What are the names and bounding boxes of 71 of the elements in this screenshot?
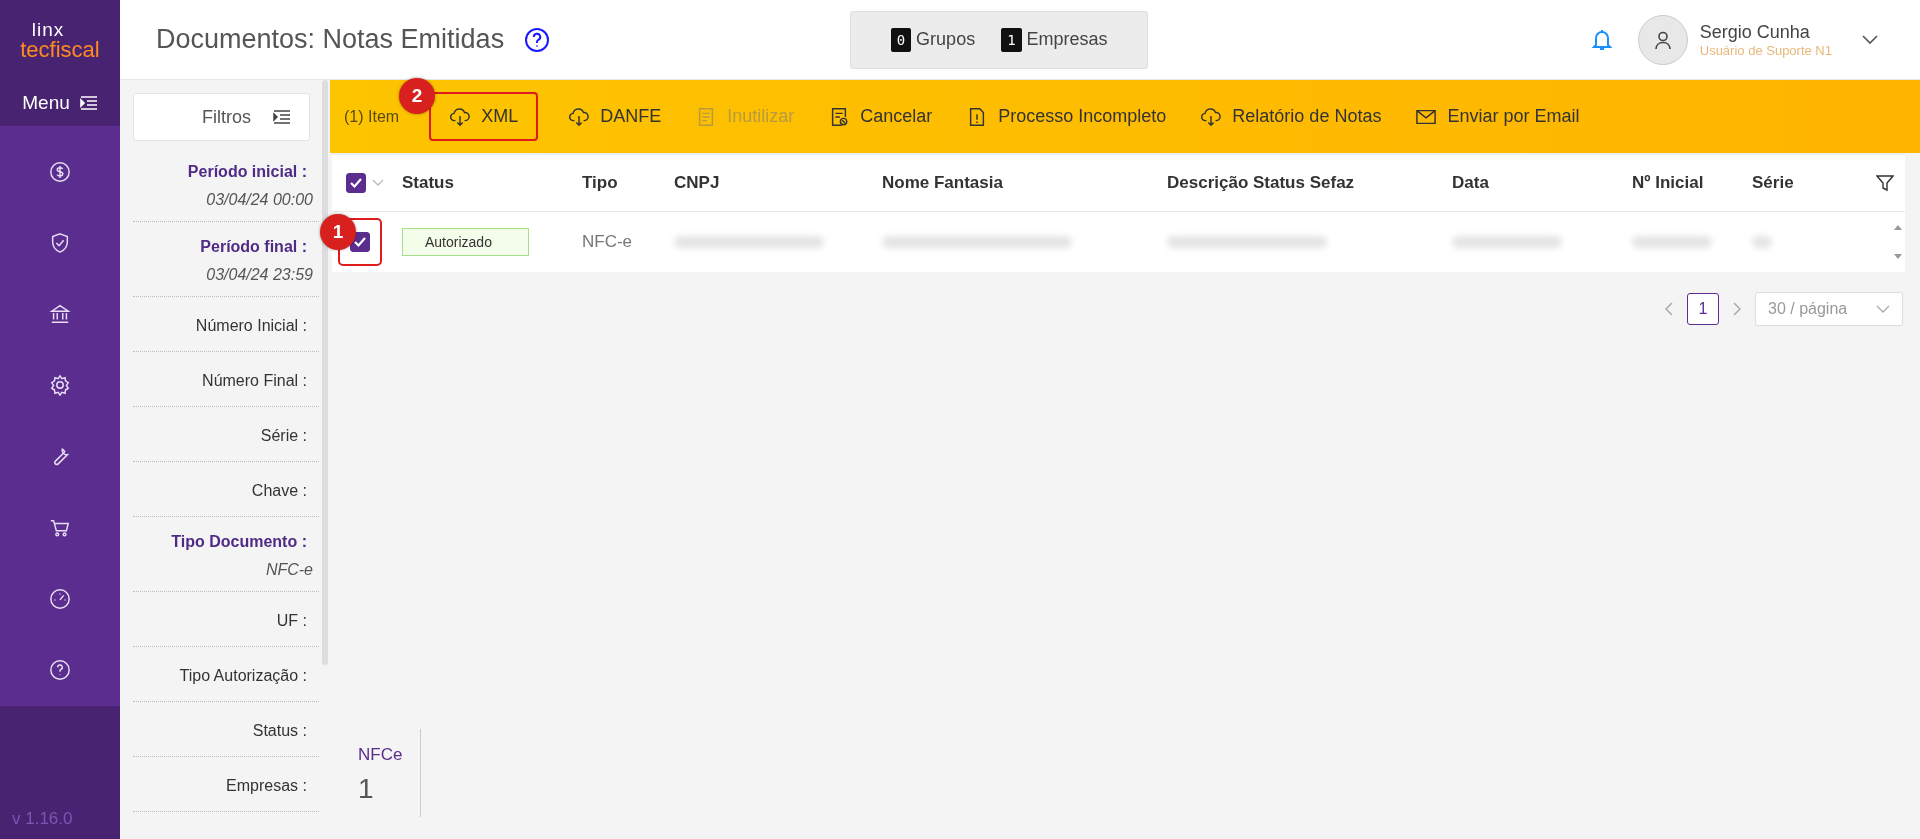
cloud-download-icon bbox=[568, 106, 591, 127]
blurred-text bbox=[1752, 236, 1772, 248]
count-label: Grupos bbox=[916, 29, 976, 50]
column-header[interactable]: Tipo bbox=[582, 173, 674, 193]
user-name: Sergio Cunha bbox=[1699, 21, 1811, 43]
filter-label: Número Inicial : bbox=[195, 317, 307, 335]
user-role: Usuário de Suporte N1 bbox=[1699, 42, 1832, 58]
count-badge: 0 bbox=[890, 27, 912, 52]
filter-label: Tipo Documento : bbox=[171, 533, 307, 551]
selection-count: (1) Item bbox=[344, 107, 400, 126]
help-icon bbox=[49, 659, 71, 682]
page-title: Documentos: Notas Emitidas bbox=[156, 24, 505, 55]
step-badge: 1 bbox=[320, 214, 356, 250]
version-label: v 1.16.0 bbox=[12, 809, 73, 829]
cloud-download-icon bbox=[1200, 106, 1223, 127]
counters-panel[interactable]: 0 Grupos 1 Empresas bbox=[850, 10, 1149, 69]
filter-label: Tipo Autorização : bbox=[179, 667, 307, 685]
column-header[interactable]: Nome Fantasia bbox=[882, 173, 1167, 193]
help-icon[interactable] bbox=[524, 26, 551, 53]
scrollbar[interactable] bbox=[322, 80, 328, 665]
step-badge: 2 bbox=[399, 78, 436, 114]
user-icon bbox=[1652, 29, 1673, 50]
count-badge: 1 bbox=[1001, 27, 1022, 52]
column-header[interactable]: CNPJ bbox=[674, 173, 882, 193]
bell-icon[interactable] bbox=[1589, 27, 1614, 52]
column-header[interactable]: Status bbox=[402, 173, 582, 193]
column-header[interactable]: Nº Inicial bbox=[1632, 173, 1752, 193]
dollar-icon bbox=[49, 160, 71, 183]
shield-check-icon bbox=[49, 231, 71, 254]
filter-icon[interactable] bbox=[1876, 174, 1894, 192]
column-header[interactable]: Descrição Status Sefaz bbox=[1167, 173, 1452, 193]
filter-label: Período inicial : bbox=[187, 163, 307, 181]
filter-value[interactable]: NFC-e bbox=[265, 561, 313, 579]
page-button[interactable]: 1 bbox=[1687, 293, 1719, 325]
status-tag: Autorizado bbox=[402, 228, 529, 256]
summary-count: 1 bbox=[358, 773, 375, 805]
column-header[interactable]: Data bbox=[1452, 173, 1632, 193]
chevron-down-icon bbox=[1876, 305, 1890, 313]
bank-icon bbox=[49, 303, 71, 326]
gear-icon bbox=[49, 374, 71, 397]
toolbar-button[interactable]: Enviar por Email bbox=[1411, 94, 1584, 139]
filter-value[interactable]: 03/04/24 23:59 bbox=[206, 266, 313, 284]
logo: linx tecfiscal bbox=[19, 17, 101, 64]
filter-value[interactable]: 03/04/24 00:00 bbox=[206, 191, 313, 209]
toolbar-button[interactable]: Cancelar bbox=[824, 94, 937, 139]
menu-icon bbox=[79, 95, 98, 111]
toolbar-button[interactable]: Processo Incompleto bbox=[962, 94, 1171, 139]
summary-label: NFCe bbox=[358, 745, 403, 765]
filter-label: Status : bbox=[252, 722, 307, 740]
check-icon bbox=[353, 236, 367, 248]
filter-label: Período final : bbox=[200, 238, 307, 256]
filter-label: Chave : bbox=[251, 482, 307, 500]
gauge-icon bbox=[49, 588, 71, 611]
toolbar-button[interactable]: DANFE bbox=[564, 94, 666, 139]
menu-button[interactable]: Menu bbox=[0, 80, 120, 126]
filters-button[interactable]: Filtros bbox=[133, 93, 310, 141]
filter-label: UF : bbox=[276, 612, 307, 630]
count-label: Empresas bbox=[1026, 29, 1108, 50]
table-cell: NFC-e bbox=[582, 232, 633, 252]
menu-icon bbox=[273, 109, 291, 125]
chevron-right-icon[interactable] bbox=[1731, 301, 1743, 317]
filter-label: Número Final : bbox=[202, 372, 307, 390]
filter-label: Série : bbox=[260, 427, 307, 445]
chevron-down-icon[interactable] bbox=[1862, 34, 1878, 45]
toolbar-button[interactable]: Relatório de Notas bbox=[1196, 94, 1386, 139]
check-icon bbox=[349, 177, 363, 189]
filter-label: Empresas : bbox=[226, 777, 307, 795]
checkbox[interactable] bbox=[346, 173, 366, 193]
column-header[interactable]: Série bbox=[1752, 173, 1865, 193]
cloud-download-icon bbox=[449, 106, 472, 127]
chevron-left-icon[interactable] bbox=[1663, 301, 1675, 317]
